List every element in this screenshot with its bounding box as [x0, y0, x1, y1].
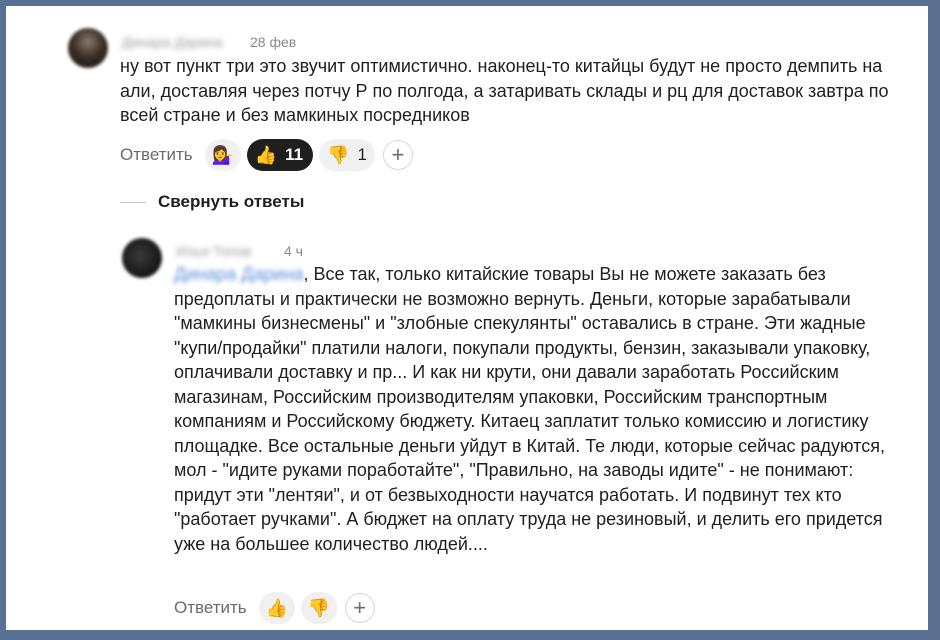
comment-author[interactable]: Илья Топов: [176, 243, 251, 259]
custom-reaction-button[interactable]: 💁‍♀️: [204, 139, 241, 171]
dislike-button[interactable]: 👎: [300, 592, 337, 624]
thumbs-down-icon: 👎: [327, 145, 350, 165]
add-reaction-button[interactable]: +: [382, 140, 413, 170]
like-button[interactable]: 👍 11: [246, 139, 314, 171]
reply-body: , Все так, только китайские товары Вы не…: [174, 264, 885, 554]
divider: [120, 201, 146, 203]
plus-icon: +: [391, 142, 405, 167]
dislike-count: 1: [357, 145, 367, 164]
comment-author[interactable]: Динара Дарина: [122, 34, 223, 50]
comment-actions: Ответить 👍 👎 +: [174, 591, 375, 625]
mention-link[interactable]: Динара Дарина: [174, 264, 303, 284]
thumbs-up-icon: 👍: [254, 145, 278, 165]
thumbs-down-icon: 👎: [307, 598, 330, 618]
collapse-replies-button[interactable]: Свернуть ответы: [120, 192, 304, 212]
avatar[interactable]: [122, 238, 162, 278]
reply-button[interactable]: Ответить: [174, 598, 247, 618]
comments-card: Динара Дарина 28 фев ну вот пункт три эт…: [6, 6, 928, 630]
comment-text: ну вот пункт три это звучит оптимистично…: [120, 56, 889, 125]
comment-time: 28 фев: [250, 34, 297, 50]
avatar[interactable]: [68, 28, 108, 68]
like-button[interactable]: 👍: [258, 592, 295, 624]
comment-text: Динара Дарина, Все так, только китайские…: [174, 262, 904, 556]
dislike-button[interactable]: 👎 1: [319, 139, 375, 171]
comment-time: 4 ч: [284, 243, 303, 259]
collapse-replies-label: Свернуть ответы: [158, 192, 305, 211]
plus-icon: +: [353, 595, 367, 620]
comment-actions: Ответить 💁‍♀️ 👍 11 👎 1 +: [120, 138, 413, 172]
like-count: 11: [285, 145, 304, 164]
reply-button[interactable]: Ответить: [120, 145, 193, 165]
woman-heart-emoji-icon: 💁‍♀️: [211, 145, 234, 165]
thumbs-up-icon: 👍: [265, 598, 288, 618]
add-reaction-button[interactable]: +: [344, 593, 375, 623]
